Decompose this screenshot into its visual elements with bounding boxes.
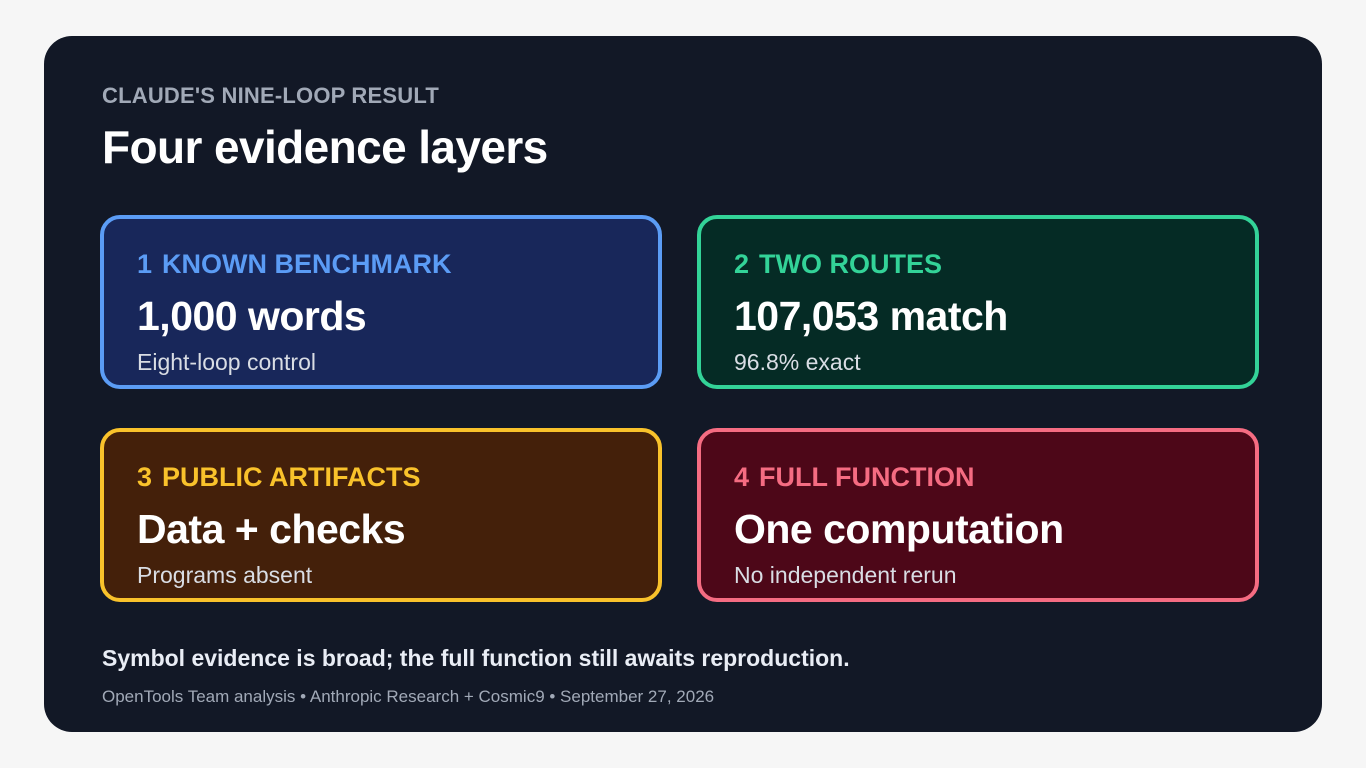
- card-label: TWO ROUTES: [759, 249, 943, 279]
- card-note: Eight-loop control: [137, 349, 316, 375]
- card-note: Programs absent: [137, 562, 313, 588]
- card-heading: 4 FULL FUNCTION: [734, 462, 975, 493]
- card-note: 96.8% exact: [734, 349, 861, 375]
- slide-panel: CLAUDE'S NINE-LOOP RESULT Four evidence …: [44, 36, 1322, 732]
- card-label: FULL FUNCTION: [759, 462, 975, 492]
- card-value: 107,053 match: [734, 293, 1008, 339]
- evidence-card-public-artifacts: 3 PUBLIC ARTIFACTS Data + checks Programs…: [100, 428, 662, 602]
- evidence-card-known-benchmark: 1 KNOWN BENCHMARK 1,000 words Eight-loop …: [100, 215, 662, 389]
- card-heading: 3 PUBLIC ARTIFACTS: [137, 462, 421, 493]
- card-note: No independent rerun: [734, 562, 957, 588]
- card-label: PUBLIC ARTIFACTS: [162, 462, 421, 492]
- card-number: 1: [137, 249, 153, 279]
- page-title: Four evidence layers: [102, 121, 548, 173]
- source-footer: OpenTools Team analysis • Anthropic Rese…: [102, 687, 715, 706]
- card-number: 2: [734, 249, 750, 279]
- card-value: Data + checks: [137, 506, 406, 552]
- card-heading: 2 TWO ROUTES: [734, 249, 942, 280]
- evidence-card-two-routes: 2 TWO ROUTES 107,053 match 96.8% exact: [697, 215, 1259, 389]
- card-value: 1,000 words: [137, 293, 367, 339]
- card-value: One computation: [734, 506, 1064, 552]
- card-number: 4: [734, 462, 750, 492]
- eyebrow-label: CLAUDE'S NINE-LOOP RESULT: [102, 83, 439, 108]
- conclusion-text: Symbol evidence is broad; the full funct…: [102, 645, 850, 671]
- evidence-card-full-function: 4 FULL FUNCTION One computation No indepe…: [697, 428, 1259, 602]
- card-heading: 1 KNOWN BENCHMARK: [137, 249, 452, 280]
- card-label: KNOWN BENCHMARK: [162, 249, 452, 279]
- card-number: 3: [137, 462, 153, 492]
